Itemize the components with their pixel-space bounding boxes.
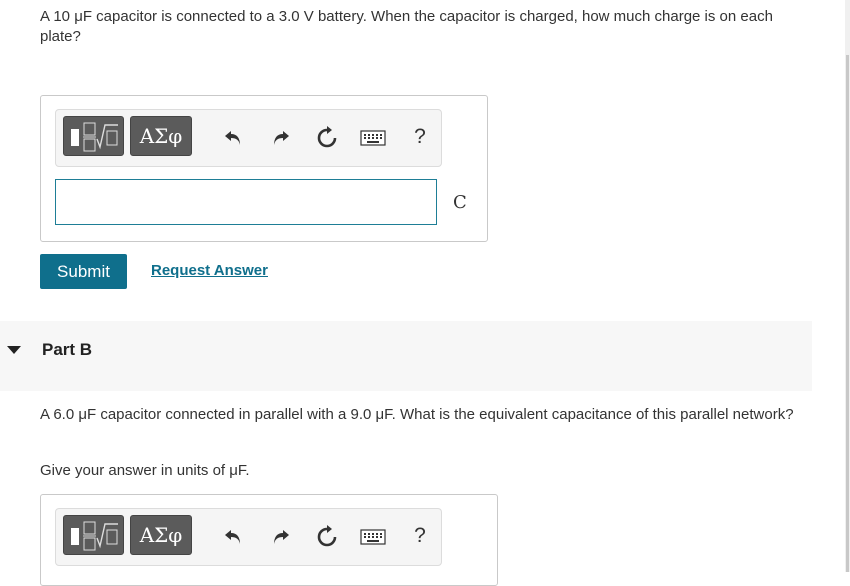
templates-icon bbox=[71, 521, 118, 551]
help-icon: ? bbox=[414, 125, 426, 148]
redo-icon bbox=[274, 131, 289, 145]
reset-button[interactable] bbox=[313, 124, 341, 152]
answer-input[interactable] bbox=[55, 179, 437, 225]
keyboard-button[interactable] bbox=[358, 124, 388, 152]
undo-icon bbox=[225, 131, 240, 145]
symbols-button[interactable]: ΑΣφ bbox=[130, 515, 192, 555]
part-b-title: Part B bbox=[42, 340, 93, 359]
templates-icon bbox=[71, 122, 118, 152]
part-a-question: A 10 μF capacitor is connected to a 3.0 … bbox=[40, 8, 773, 45]
symbols-label: ΑΣφ bbox=[139, 124, 183, 148]
help-icon: ? bbox=[414, 524, 426, 547]
templates-button[interactable] bbox=[63, 515, 124, 555]
redo-icon bbox=[274, 530, 289, 544]
keyboard-icon bbox=[360, 130, 386, 146]
undo-button[interactable] bbox=[219, 523, 247, 551]
math-toolbar: ΑΣφ ? bbox=[55, 508, 442, 566]
undo-icon bbox=[225, 530, 240, 544]
collapse-caret-icon[interactable] bbox=[7, 343, 21, 357]
part-b-answer-box: ΑΣφ ? bbox=[40, 494, 498, 586]
templates-button[interactable] bbox=[63, 116, 124, 156]
redo-button[interactable] bbox=[267, 523, 295, 551]
scrollbar-track[interactable] bbox=[845, 0, 850, 572]
part-a-answer-box: ΑΣφ ? C bbox=[40, 95, 488, 242]
math-toolbar: ΑΣφ ? bbox=[55, 109, 442, 167]
scrollbar-thumb[interactable] bbox=[846, 55, 849, 572]
symbols-label: ΑΣφ bbox=[139, 523, 183, 547]
help-button[interactable]: ? bbox=[406, 123, 434, 151]
symbols-button[interactable]: ΑΣφ bbox=[130, 116, 192, 156]
part-b-question: A 6.0 μF capacitor connected in parallel… bbox=[40, 406, 794, 423]
unit-label: C bbox=[453, 192, 467, 213]
help-button[interactable]: ? bbox=[406, 522, 434, 550]
part-b-header[interactable]: Part B bbox=[0, 321, 812, 391]
undo-button[interactable] bbox=[219, 124, 247, 152]
keyboard-icon bbox=[360, 529, 386, 545]
reset-icon bbox=[317, 126, 337, 148]
reset-button[interactable] bbox=[313, 523, 341, 551]
keyboard-button[interactable] bbox=[358, 523, 388, 551]
redo-button[interactable] bbox=[267, 124, 295, 152]
submit-button[interactable]: Submit bbox=[40, 254, 127, 289]
part-b-instruction: Give your answer in units of μF. bbox=[40, 462, 250, 479]
reset-icon bbox=[317, 525, 337, 547]
request-answer-link[interactable]: Request Answer bbox=[151, 262, 268, 279]
